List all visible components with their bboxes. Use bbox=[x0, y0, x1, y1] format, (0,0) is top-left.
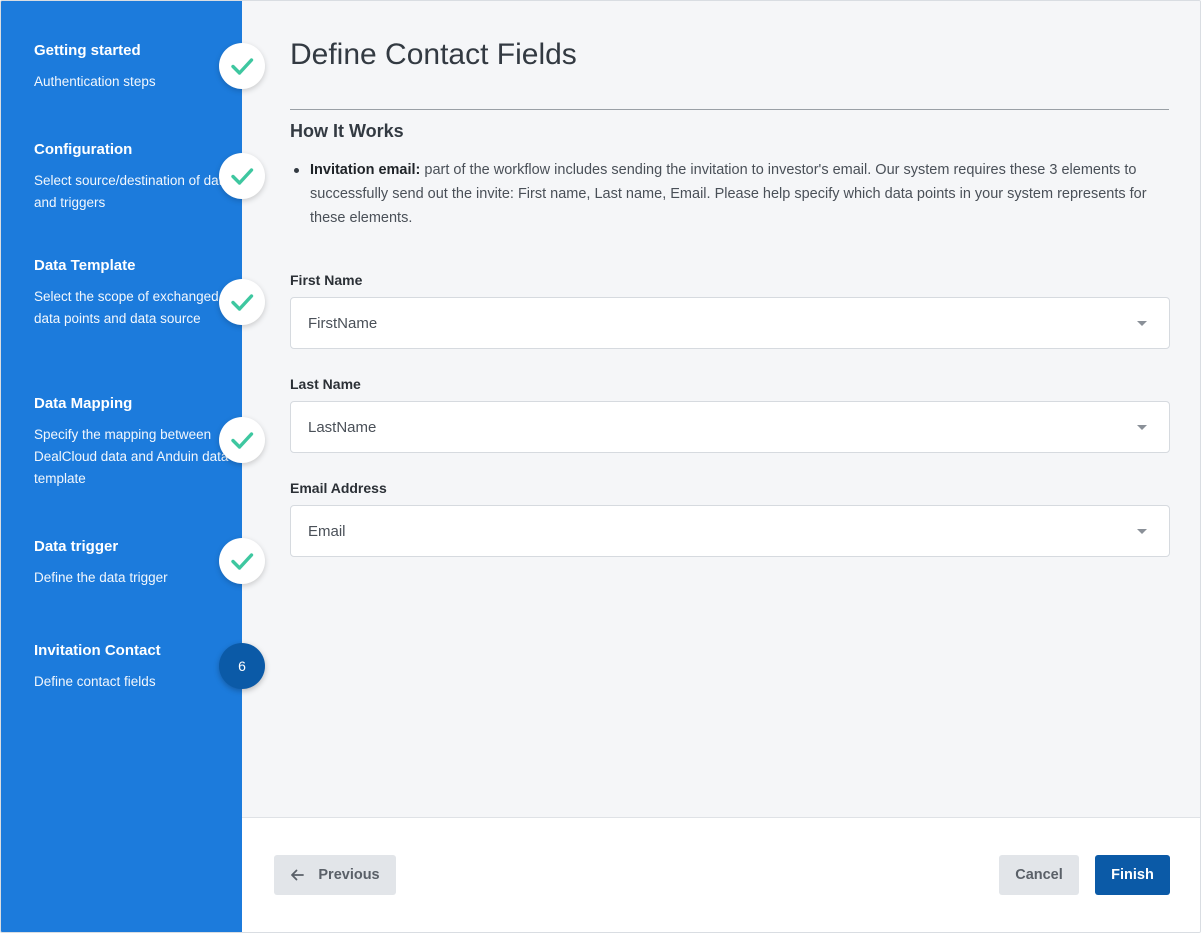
caret-down-icon bbox=[1137, 321, 1147, 326]
step-description: Specify the mapping between DealCloud da… bbox=[34, 427, 229, 486]
page-title: Define Contact Fields bbox=[290, 38, 577, 71]
step-title: Configuration bbox=[34, 141, 133, 158]
divider bbox=[290, 109, 1169, 110]
how-it-works-bullet: Invitation email: part of the workflow i… bbox=[294, 158, 1170, 230]
step-complete-check-icon bbox=[219, 417, 265, 463]
step-data-trigger[interactable]: Data trigger Define the data trigger bbox=[34, 537, 234, 589]
step-number-badge: 6 bbox=[219, 643, 265, 689]
step-getting-started[interactable]: Getting started Authentication steps bbox=[34, 41, 234, 93]
step-complete-check-icon bbox=[219, 43, 265, 89]
step-description: Select source/destination of data and tr… bbox=[34, 173, 230, 210]
bullet-text: part of the workflow includes sending th… bbox=[310, 162, 1147, 226]
select-value: FirstName bbox=[308, 314, 378, 332]
step-configuration[interactable]: Configuration Select source/destination … bbox=[34, 140, 234, 214]
step-data-mapping[interactable]: Data Mapping Specify the mapping between… bbox=[34, 394, 234, 490]
step-description: Define the data trigger bbox=[34, 570, 168, 585]
step-complete-check-icon bbox=[219, 279, 265, 325]
step-title: Data Mapping bbox=[34, 395, 133, 412]
step-complete-check-icon bbox=[219, 538, 265, 584]
step-invitation-contact[interactable]: Invitation Contact Define contact fields bbox=[34, 641, 234, 693]
main-content: Define Contact Fields How It Works Invit… bbox=[242, 1, 1200, 817]
step-description: Authentication steps bbox=[34, 74, 156, 89]
step-title: Data Template bbox=[34, 257, 136, 274]
email-address-label: Email Address bbox=[290, 480, 387, 496]
previous-label: Previous bbox=[318, 867, 380, 883]
step-title: Invitation Contact bbox=[34, 642, 161, 659]
stepper-sidebar: Getting started Authentication steps Con… bbox=[1, 1, 242, 932]
first-name-select[interactable]: FirstName bbox=[290, 297, 1170, 349]
bullet-bold-text: Invitation email: bbox=[310, 162, 421, 178]
caret-down-icon bbox=[1137, 529, 1147, 534]
cancel-button[interactable]: Cancel bbox=[999, 855, 1079, 895]
footer-bar: Previous Cancel Finish bbox=[242, 817, 1200, 932]
arrow-left-icon bbox=[290, 868, 305, 882]
last-name-label: Last Name bbox=[290, 376, 361, 392]
select-value: LastName bbox=[308, 418, 377, 436]
step-description: Define contact fields bbox=[34, 674, 156, 689]
previous-button[interactable]: Previous bbox=[274, 855, 396, 895]
email-address-select[interactable]: Email bbox=[290, 505, 1170, 557]
step-title: Getting started bbox=[34, 42, 141, 59]
finish-button[interactable]: Finish bbox=[1095, 855, 1170, 895]
section-title: How It Works bbox=[290, 121, 404, 141]
select-value: Email bbox=[308, 522, 346, 540]
last-name-select[interactable]: LastName bbox=[290, 401, 1170, 453]
step-complete-check-icon bbox=[219, 153, 265, 199]
step-description: Select the scope of exchanged data point… bbox=[34, 289, 219, 326]
step-data-template[interactable]: Data Template Select the scope of exchan… bbox=[34, 256, 234, 330]
first-name-label: First Name bbox=[290, 272, 363, 288]
app-window: Getting started Authentication steps Con… bbox=[0, 0, 1201, 933]
caret-down-icon bbox=[1137, 425, 1147, 430]
step-title: Data trigger bbox=[34, 538, 119, 555]
